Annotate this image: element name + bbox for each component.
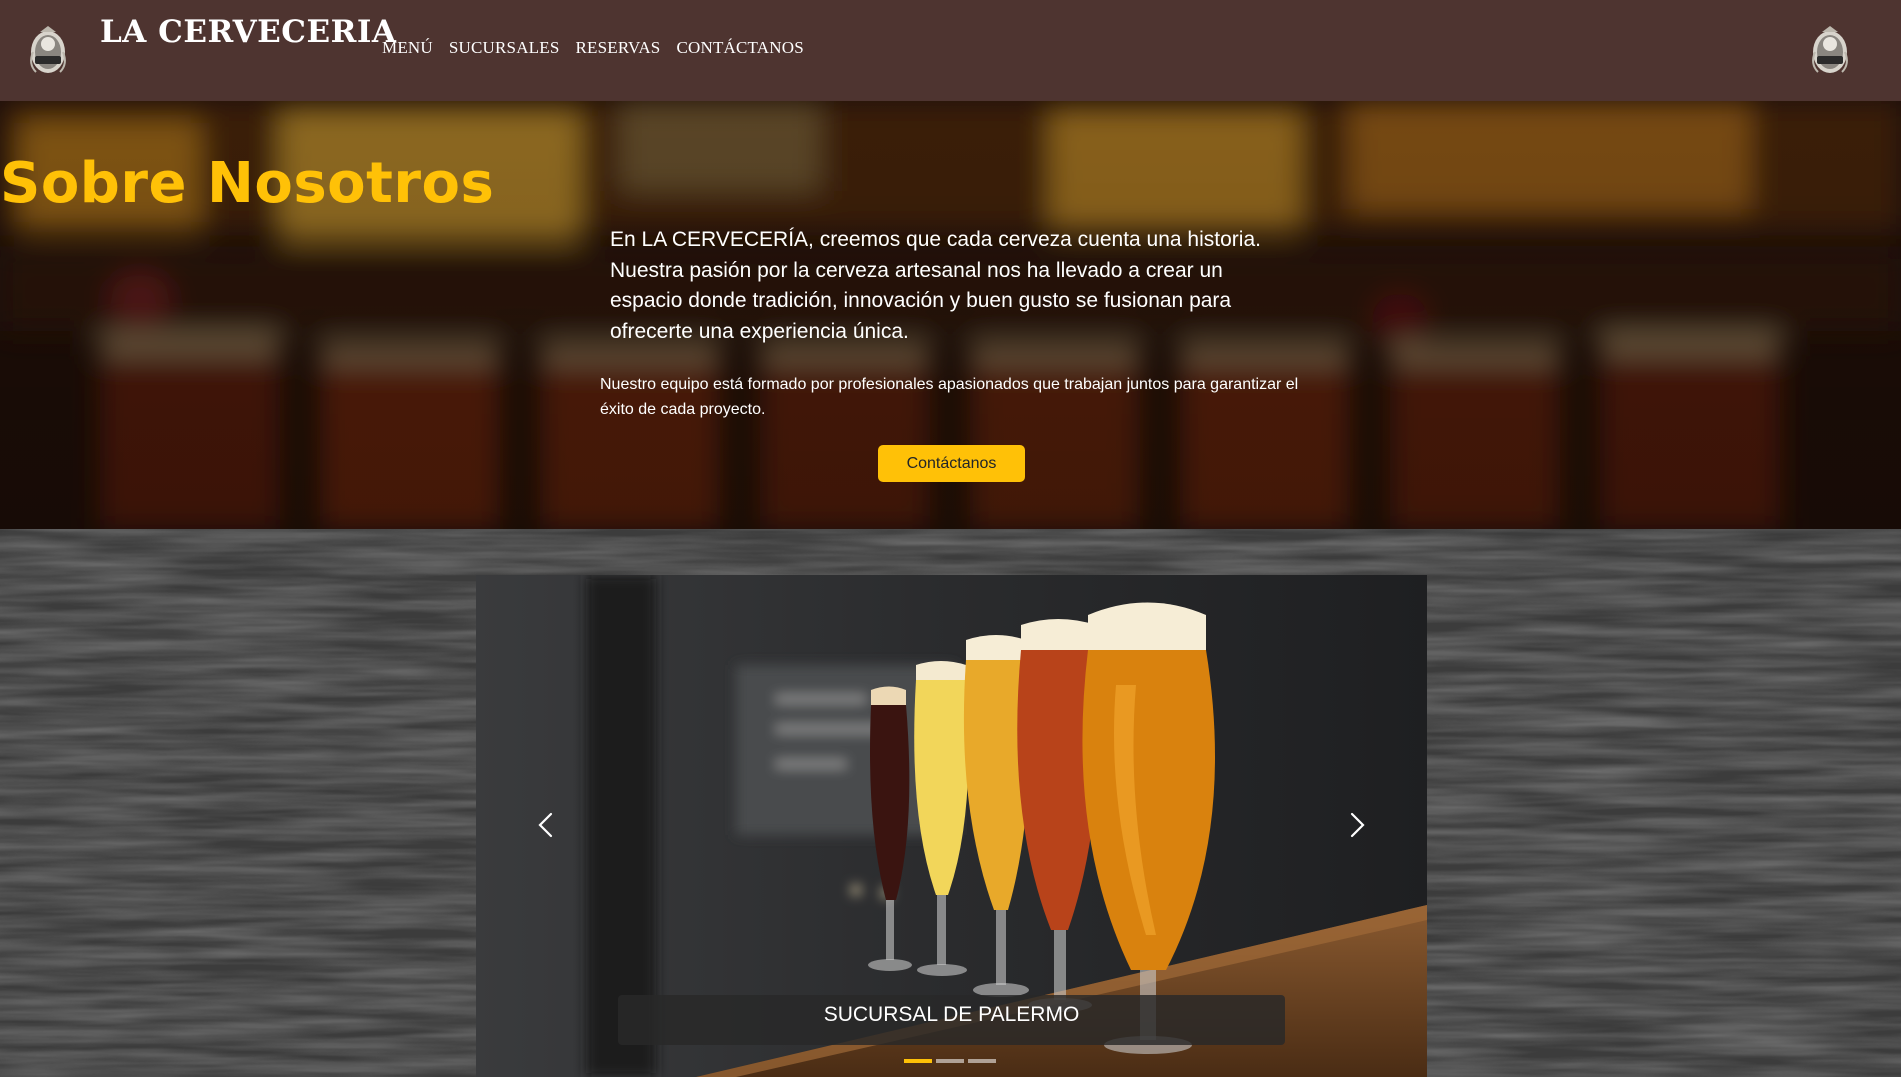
- about-hero: Sobre Nosotros En LA CERVECERÍA, creemos…: [0, 101, 1901, 529]
- beer-badge-icon[interactable]: [24, 22, 72, 78]
- nav-link-menu[interactable]: MENÚ: [382, 38, 433, 58]
- hero-title: Sobre Nosotros: [0, 151, 495, 216]
- branches-carousel: SUCURSAL DE PALERMO: [476, 575, 1427, 1077]
- carousel-indicator-3[interactable]: [968, 1059, 996, 1063]
- nav-link-contactanos[interactable]: CONTÁCTANOS: [676, 38, 803, 58]
- chevron-left-icon: [538, 812, 553, 838]
- beer-badge-icon[interactable]: [1806, 22, 1854, 78]
- hero-lead-text: En LA CERVECERÍA, creemos que cada cerve…: [610, 228, 1261, 343]
- carousel-next-button[interactable]: [1327, 795, 1387, 855]
- chevron-right-icon: [1350, 812, 1365, 838]
- carousel-indicator-1[interactable]: [904, 1059, 932, 1063]
- nav-links: MENÚ SUCURSALES RESERVAS CONTÁCTANOS: [382, 38, 804, 58]
- brand-title[interactable]: LA CERVECERIA: [100, 14, 396, 50]
- branches-section: SUCURSAL DE PALERMO: [0, 529, 1901, 1077]
- carousel-prev-button[interactable]: [516, 795, 576, 855]
- navbar: LA CERVECERIA MENÚ SUCURSALES RESERVAS C…: [0, 0, 1901, 101]
- carousel-indicator-2[interactable]: [936, 1059, 964, 1063]
- carousel-caption: SUCURSAL DE PALERMO: [618, 995, 1285, 1045]
- nav-link-reservas[interactable]: RESERVAS: [576, 38, 661, 58]
- contact-button[interactable]: Contáctanos: [878, 445, 1025, 482]
- carousel-indicators: [904, 1059, 996, 1063]
- hero-team-text: Nuestro equipo está formado por profesio…: [600, 376, 1299, 418]
- nav-link-sucursales[interactable]: SUCURSALES: [449, 38, 560, 58]
